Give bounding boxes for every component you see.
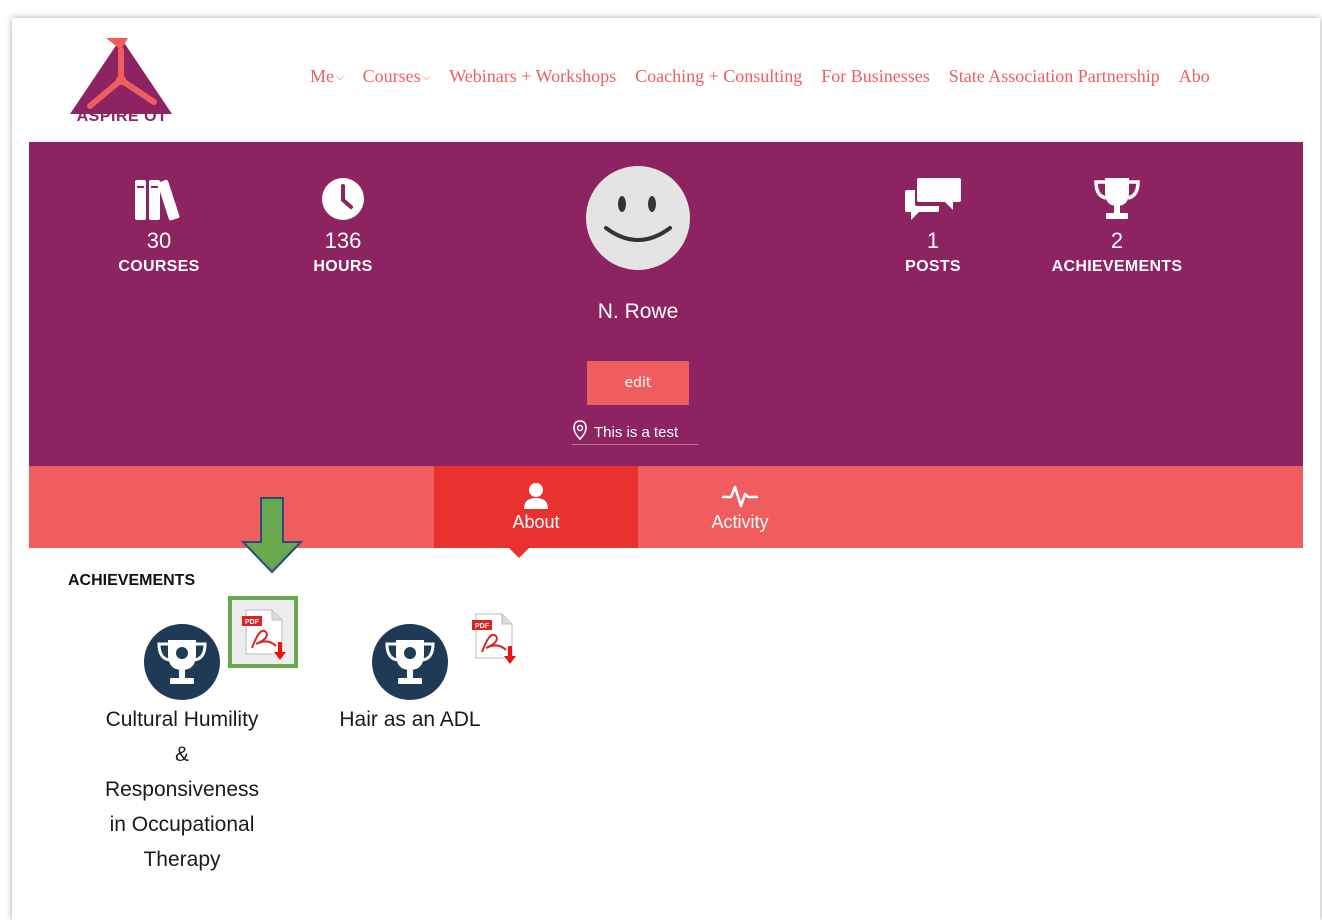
- chevron-down-icon: ⌵: [336, 72, 344, 83]
- stat-value: 30: [146, 228, 172, 253]
- profile-header: 30 COURSES 136 HOURS 1 POSTS 2 ACHIEVEME…: [29, 142, 1303, 466]
- edit-profile-button[interactable]: edit: [587, 361, 689, 405]
- achievement-title-line: &: [174, 743, 189, 766]
- stat-posts: 1 POSTS: [858, 176, 1008, 276]
- books-icon: [135, 179, 180, 221]
- achievements-heading: ACHIEVEMENTS: [68, 572, 196, 589]
- stat-label: COURSES: [118, 258, 200, 275]
- location-text: This is a test: [594, 424, 679, 441]
- profile-name: N. Rowe: [597, 300, 679, 323]
- achievement-title-line: Cultural Humility: [105, 708, 259, 731]
- stat-hours: 136 HOURS: [268, 176, 418, 276]
- achievement-item[interactable]: Cultural Humility & Responsiveness in Oc…: [62, 702, 302, 877]
- nav-item-webinars[interactable]: Webinars + Workshops: [449, 66, 616, 87]
- nav-item-courses[interactable]: Courses ⌵: [363, 66, 431, 87]
- tab-activity[interactable]: Activity: [638, 466, 842, 548]
- activity-pulse-icon: [722, 485, 758, 508]
- achievement-badge-icon: [372, 624, 448, 700]
- avatar[interactable]: [586, 166, 690, 270]
- pdf-download-icon[interactable]: PDF: [238, 608, 290, 660]
- user-icon: [524, 483, 548, 509]
- logo-text: ASPIRE OT: [76, 108, 168, 125]
- trophy-icon: [1094, 178, 1140, 219]
- achievement-badge-icon: [144, 624, 220, 700]
- map-pin-icon: [573, 420, 587, 441]
- clock-icon: [322, 178, 364, 220]
- page: ASPIRE OT Me ⌵ Courses ⌵ Webinars + Workshop…: [12, 18, 1320, 920]
- profile-tabs: About Activity: [29, 466, 1303, 548]
- tab-label: About: [512, 512, 560, 532]
- stat-courses: 30 COURSES: [84, 176, 234, 276]
- achievement-title-line: Responsiveness: [104, 778, 260, 801]
- achievement-title-line: Hair as an ADL: [339, 708, 481, 731]
- chevron-down-icon: ⌵: [422, 72, 431, 83]
- profile-location: This is a test: [572, 420, 698, 445]
- nav-item-coaching[interactable]: Coaching + Consulting: [635, 66, 802, 87]
- chat-bubbles-icon: [905, 178, 961, 220]
- site-header: ASPIRE OT Me ⌵ Courses ⌵ Webinars + Workshop…: [12, 18, 1320, 142]
- pdf-download-icon[interactable]: PDF: [468, 612, 520, 664]
- active-tab-pointer: [509, 548, 529, 558]
- pdf-label: PDF: [245, 619, 260, 626]
- tab-label: Activity: [711, 512, 769, 532]
- achievement-title-line: in Occupational: [109, 813, 255, 836]
- stat-label: ACHIEVEMENTS: [1051, 258, 1183, 275]
- achievement-title-line: Therapy: [143, 848, 221, 871]
- pdf-label: PDF: [475, 623, 490, 630]
- annotation-arrow-icon: [240, 497, 304, 574]
- stat-value: 136: [324, 228, 362, 253]
- nav-item-businesses[interactable]: For Businesses: [821, 66, 930, 87]
- tab-about[interactable]: About: [434, 466, 638, 548]
- stat-achievements: 2 ACHIEVEMENTS: [1042, 176, 1192, 276]
- smiley-face-icon: [604, 196, 672, 242]
- nav-item-me[interactable]: Me ⌵: [310, 66, 344, 87]
- stat-value: 1: [926, 228, 940, 253]
- main-nav: Me ⌵ Courses ⌵ Webinars + Workshops Coaching …: [310, 66, 1229, 87]
- stat-label: HOURS: [313, 258, 373, 275]
- nav-item-state-association[interactable]: State Association Partnership: [949, 66, 1160, 87]
- stat-value: 2: [1110, 228, 1124, 253]
- nav-item-about[interactable]: Abo: [1179, 66, 1210, 87]
- stat-label: POSTS: [905, 258, 961, 275]
- achievement-item[interactable]: Hair as an ADL: [318, 702, 502, 737]
